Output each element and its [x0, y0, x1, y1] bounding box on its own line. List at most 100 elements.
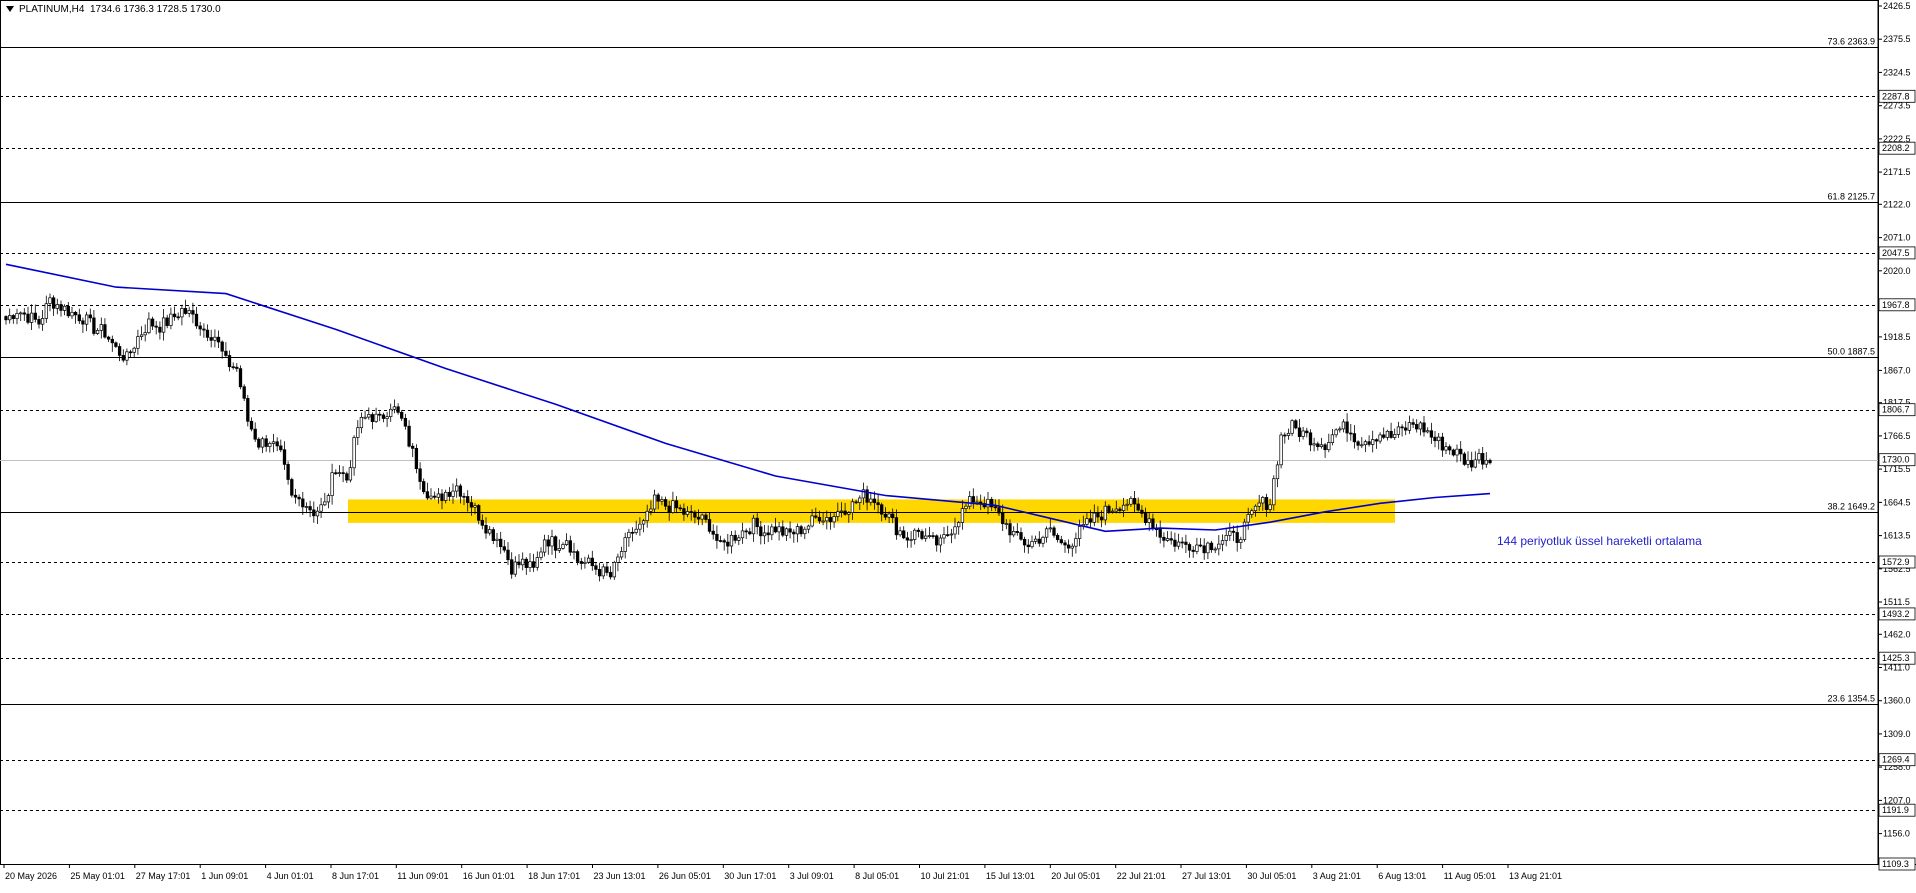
- candle-body: [1404, 427, 1408, 431]
- candle-body: [1063, 542, 1067, 546]
- candle-body: [484, 524, 488, 534]
- candle-body: [1294, 420, 1298, 429]
- candle-body: [238, 368, 243, 388]
- candle-body: [773, 526, 778, 533]
- candle-body: [924, 535, 928, 539]
- candle-body: [957, 522, 961, 528]
- candle-body: [249, 420, 254, 430]
- candle-body: [704, 514, 708, 520]
- candle-body: [1440, 436, 1445, 451]
- candle-body: [1165, 538, 1170, 541]
- candle-body: [1437, 436, 1441, 442]
- candle-body: [806, 525, 811, 530]
- candle-body: [1004, 523, 1008, 525]
- candle-body: [1286, 432, 1291, 436]
- candle-body: [740, 530, 745, 539]
- candle-body: [755, 517, 759, 528]
- candle-body: [425, 491, 430, 499]
- collapse-triangle-icon[interactable]: [6, 6, 14, 13]
- candle-body: [542, 539, 547, 553]
- candle-body: [550, 536, 554, 547]
- candle-body: [953, 526, 957, 535]
- fib-label-12: 23.6 1354.5: [1827, 694, 1875, 704]
- candle-body: [1209, 542, 1214, 551]
- candle-body: [630, 531, 635, 534]
- candle-body: [1382, 434, 1386, 438]
- candle-body: [1385, 430, 1390, 438]
- price-axis: 2426.52375.52324.52273.52222.52171.52122…: [1878, 1, 1916, 871]
- candle-body: [685, 511, 690, 515]
- time-tick-label: 1 Jun 09:01: [201, 871, 248, 881]
- candle-body: [667, 505, 671, 513]
- candle-body: [605, 566, 609, 573]
- candle-body: [1085, 518, 1089, 525]
- price-tick-label: 2426.5: [1883, 1, 1911, 11]
- candle-body: [1455, 448, 1459, 456]
- time-tick-label: 11 Aug 05:01: [1444, 871, 1496, 881]
- candle-body: [1033, 538, 1038, 542]
- candle-body: [257, 438, 261, 448]
- candle-body: [1136, 503, 1140, 511]
- candle-body: [1012, 531, 1016, 536]
- candle-body: [1026, 544, 1030, 548]
- candle-body: [788, 528, 792, 533]
- candle-body: [1055, 534, 1060, 540]
- candle-body: [279, 445, 283, 451]
- candle-body: [759, 526, 763, 537]
- candle-body: [1316, 443, 1320, 448]
- candle-body: [246, 398, 250, 422]
- candle-body: [1422, 422, 1426, 433]
- candle-body: [37, 319, 41, 325]
- candle-body: [968, 496, 972, 507]
- candle-body: [751, 517, 756, 535]
- candle-body: [561, 544, 565, 549]
- time-tick-label: 3 Jul 09:01: [790, 871, 834, 881]
- candle-body: [678, 507, 682, 510]
- candle-body: [671, 500, 675, 513]
- candle-body: [905, 537, 910, 541]
- candle-body: [1008, 523, 1012, 536]
- time-tick-label: 10 Jul 21:01: [921, 871, 970, 881]
- candle-body: [352, 437, 356, 469]
- candle-body: [880, 504, 884, 515]
- candle-body: [656, 494, 660, 502]
- candle-body: [828, 517, 833, 523]
- candle-body: [1374, 439, 1379, 442]
- candle-body: [231, 366, 235, 369]
- candle-body: [370, 414, 375, 422]
- fib-label-8: 38.2 1649.2: [1827, 502, 1875, 512]
- candle-body: [466, 496, 470, 503]
- candle-body: [480, 519, 484, 526]
- candle-body: [290, 479, 294, 496]
- candle-body: [70, 311, 74, 317]
- chart[interactable]: 73.6 2363.9 61.8 2125.7 50.0 1887.5 38.2 16…: [0, 0, 1916, 888]
- candle-body: [1206, 542, 1210, 554]
- level-price-label-0: 2287.8: [1882, 91, 1910, 101]
- candle-body: [949, 533, 954, 536]
- level-price-label-3: 1967.8: [1882, 300, 1910, 310]
- time-tick-label: 4 Jun 01:01: [267, 871, 314, 881]
- candle-body: [1312, 443, 1316, 446]
- candle-body: [777, 526, 781, 533]
- time-tick-label: 8 Jun 17:01: [332, 871, 379, 881]
- candle-body: [872, 498, 877, 504]
- candle-body: [938, 537, 943, 546]
- candle-body: [213, 336, 217, 341]
- candle-body: [1037, 538, 1041, 544]
- chart-canvas[interactable]: 73.6 2363.9 61.8 2125.7 50.0 1887.5 38.2 16…: [0, 0, 1916, 888]
- candle-body: [345, 473, 349, 481]
- candle-body: [1143, 513, 1148, 523]
- candle-body: [971, 496, 975, 503]
- ema-annotation: 144 periyotluk üssel hareketli ortalama: [1497, 534, 1702, 548]
- candles: [4, 293, 1492, 582]
- candle-body: [1140, 509, 1144, 514]
- candle-body: [1074, 538, 1078, 547]
- candle-body: [1396, 426, 1401, 435]
- candle-body: [1261, 497, 1265, 504]
- candle-body: [792, 531, 796, 535]
- candle-body: [1103, 505, 1107, 521]
- price-tick-label: 1867.0: [1883, 365, 1911, 375]
- candle-body: [960, 508, 965, 523]
- candle-body: [139, 334, 144, 337]
- candle-body: [1158, 529, 1162, 538]
